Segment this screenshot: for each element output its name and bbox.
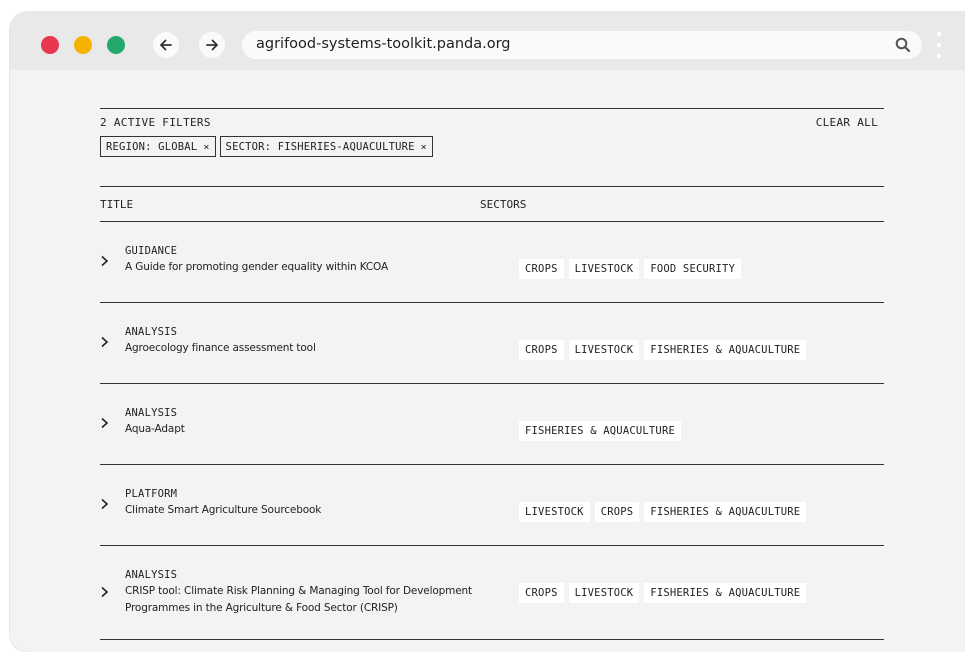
- divider: [100, 186, 884, 187]
- resource-title-line: Programmes in the Agriculture & Food Sec…: [125, 602, 398, 614]
- filter-chip-region[interactable]: REGION: GLOBAL ×: [100, 136, 216, 157]
- table-row[interactable]: PLATFORM Climate Smart Agriculture Sourc…: [100, 464, 884, 545]
- chevron-right-icon[interactable]: [100, 417, 110, 429]
- table-row[interactable]: ANALYSIS CRISP tool: Climate Risk Planni…: [100, 545, 884, 640]
- close-icon[interactable]: ×: [421, 142, 427, 153]
- url-text: agrifood-systems-toolkit.panda.org: [256, 36, 511, 52]
- sector-tag: LIVESTOCK: [519, 502, 590, 522]
- sector-tag: LIVESTOCK: [568, 340, 640, 360]
- sector-tag: FOOD SECURITY: [644, 259, 742, 279]
- filter-chip-sector[interactable]: SECTOR: FISHERIES-AQUACULTURE ×: [219, 136, 433, 157]
- sector-tag: FISHERIES & AQUACULTURE: [644, 340, 807, 360]
- resource-title[interactable]: A Guide for promoting gender equality wi…: [125, 259, 475, 276]
- resource-title-line: CRISP tool: Climate Risk Planning & Mana…: [125, 585, 473, 597]
- resource-title[interactable]: Aqua-Adapt: [125, 421, 475, 438]
- chevron-right-icon[interactable]: [100, 498, 110, 510]
- resource-title[interactable]: Climate Smart Agriculture Sourcebook: [125, 502, 475, 519]
- sector-tag: CROPS: [594, 502, 640, 522]
- close-icon[interactable]: ×: [203, 142, 209, 153]
- resource-type: ANALYSIS: [125, 326, 178, 338]
- column-header-sectors[interactable]: SECTORS: [480, 198, 526, 211]
- sector-tag: CROPS: [519, 340, 564, 360]
- address-bar[interactable]: agrifood-systems-toolkit.panda.org: [242, 31, 922, 59]
- divider: [100, 108, 884, 109]
- browser-menu-icon[interactable]: [936, 32, 942, 62]
- filter-chip-label: REGION: GLOBAL: [106, 141, 198, 153]
- table-row[interactable]: GUIDANCE A Guide for promoting gender eq…: [100, 221, 884, 302]
- search-icon[interactable]: [894, 36, 912, 54]
- browser-toolbar: agrifood-systems-toolkit.panda.org: [10, 12, 965, 70]
- resource-title[interactable]: Agroecology finance assessment tool: [125, 340, 475, 357]
- sector-tag: FISHERIES & AQUACULTURE: [519, 421, 681, 441]
- clear-all-button[interactable]: CLEAR ALL: [816, 116, 878, 129]
- sector-tag: CROPS: [519, 259, 564, 279]
- minimize-window-button[interactable]: [74, 36, 92, 54]
- table-row[interactable]: ANALYSIS Aqua-Adapt FISHERIES & AQUACULT…: [100, 383, 884, 464]
- table-row[interactable]: ANALYSIS Agroecology finance assessment …: [100, 302, 884, 383]
- sector-tags: FISHERIES & AQUACULTURE: [519, 421, 681, 441]
- sector-tags: LIVESTOCK CROPS FISHERIES & AQUACULTURE: [519, 502, 807, 522]
- sector-tag: LIVESTOCK: [568, 583, 640, 603]
- maximize-window-button[interactable]: [107, 36, 125, 54]
- arrow-left-icon: [160, 39, 172, 51]
- forward-button[interactable]: [199, 32, 225, 58]
- sector-tags: CROPS LIVESTOCK FISHERIES & AQUACULTURE: [519, 583, 807, 603]
- resource-type: GUIDANCE: [125, 245, 178, 257]
- browser-window: agrifood-systems-toolkit.panda.org 2 ACT…: [10, 12, 965, 652]
- chevron-right-icon[interactable]: [100, 255, 110, 267]
- sector-tag: LIVESTOCK: [568, 259, 640, 279]
- arrow-right-icon: [206, 39, 218, 51]
- chevron-right-icon[interactable]: [100, 336, 110, 348]
- column-header-title[interactable]: TITLE: [100, 198, 133, 211]
- sector-tags: CROPS LIVESTOCK FISHERIES & AQUACULTURE: [519, 340, 807, 360]
- sector-tag: FISHERIES & AQUACULTURE: [644, 583, 807, 603]
- sector-tag: CROPS: [519, 583, 564, 603]
- sector-tags: CROPS LIVESTOCK FOOD SECURITY: [519, 259, 742, 279]
- close-window-button[interactable]: [41, 36, 59, 54]
- back-button[interactable]: [153, 32, 179, 58]
- filter-chip-label: SECTOR: FISHERIES-AQUACULTURE: [225, 141, 415, 153]
- active-filters-label: 2 ACTIVE FILTERS: [100, 116, 211, 129]
- filter-chips: REGION: GLOBAL × SECTOR: FISHERIES-AQUAC…: [100, 136, 433, 157]
- resource-type: PLATFORM: [125, 488, 178, 500]
- resource-type: ANALYSIS: [125, 407, 178, 419]
- resource-type: ANALYSIS: [125, 569, 178, 581]
- chevron-right-icon[interactable]: [100, 586, 110, 598]
- resource-title[interactable]: CRISP tool: Climate Risk Planning & Mana…: [125, 583, 485, 617]
- sector-tag: FISHERIES & AQUACULTURE: [644, 502, 807, 522]
